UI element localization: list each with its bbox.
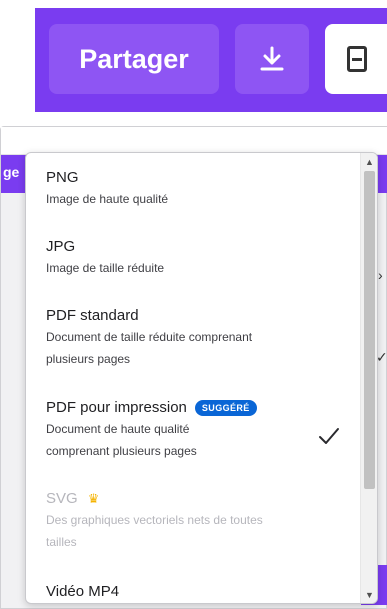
download-format-dropdown[interactable]: PNG Image de haute qualité JPG Image de … bbox=[25, 152, 378, 604]
scrollbar-thumb[interactable] bbox=[364, 171, 375, 489]
suggested-badge: SUGGÉRÉ bbox=[194, 400, 257, 416]
option-title-row: SVG ♛ bbox=[46, 489, 331, 509]
option-description-line-1: Des graphiques vectoriels nets de toutes bbox=[46, 513, 263, 527]
option-description-line-1: Document de taille réduite comprenant bbox=[46, 330, 253, 344]
background-chevron-icon: › bbox=[378, 267, 383, 283]
option-description-line-2: plusieurs pages bbox=[46, 352, 131, 366]
option-description: Image de haute qualité bbox=[46, 192, 169, 206]
scroll-up-arrow-icon[interactable]: ▲ bbox=[361, 153, 377, 170]
top-toolbar: Partager bbox=[35, 8, 387, 112]
option-description: Image de taille réduite bbox=[46, 261, 165, 275]
crown-icon: ♛ bbox=[87, 491, 100, 506]
format-option-pdf-standard[interactable]: PDF standard Document de taille réduite … bbox=[46, 306, 331, 370]
scroll-down-arrow-icon[interactable]: ▼ bbox=[361, 586, 377, 603]
share-button-label: Partager bbox=[79, 43, 189, 74]
option-title: Vidéo MP4 bbox=[46, 583, 120, 600]
dropdown-scrollbar[interactable]: ▲ ▼ bbox=[360, 153, 377, 603]
option-title: JPG bbox=[46, 238, 76, 255]
format-option-pdf-print[interactable]: PDF pour impression SUGGÉRÉ Document de … bbox=[46, 398, 331, 462]
more-options-icon bbox=[347, 46, 367, 72]
option-title: PDF standard bbox=[46, 307, 139, 324]
option-title: PDF pour impression bbox=[46, 399, 187, 416]
format-option-png[interactable]: PNG Image de haute qualité bbox=[46, 168, 331, 210]
selected-check-icon bbox=[319, 428, 339, 444]
format-option-jpg[interactable]: JPG Image de taille réduite bbox=[46, 237, 331, 279]
option-description-line-2: comprenant plusieurs pages bbox=[46, 444, 197, 458]
option-description-line-1: Document de haute qualité bbox=[46, 422, 190, 436]
format-option-svg[interactable]: SVG ♛ Des graphiques vectoriels nets de … bbox=[46, 489, 331, 553]
option-description-line-2: tailles bbox=[46, 535, 77, 549]
option-title-row: PDF pour impression SUGGÉRÉ bbox=[46, 398, 331, 418]
download-icon bbox=[260, 46, 284, 71]
panel-header bbox=[1, 127, 387, 155]
more-options-button[interactable] bbox=[325, 24, 387, 94]
share-button[interactable]: Partager bbox=[49, 24, 219, 94]
option-title: PNG bbox=[46, 169, 79, 186]
format-option-mp4[interactable]: Vidéo MP4 bbox=[46, 582, 331, 602]
cut-tab-text: ge bbox=[3, 164, 20, 180]
option-title: SVG bbox=[46, 490, 78, 507]
download-button[interactable] bbox=[235, 24, 309, 94]
